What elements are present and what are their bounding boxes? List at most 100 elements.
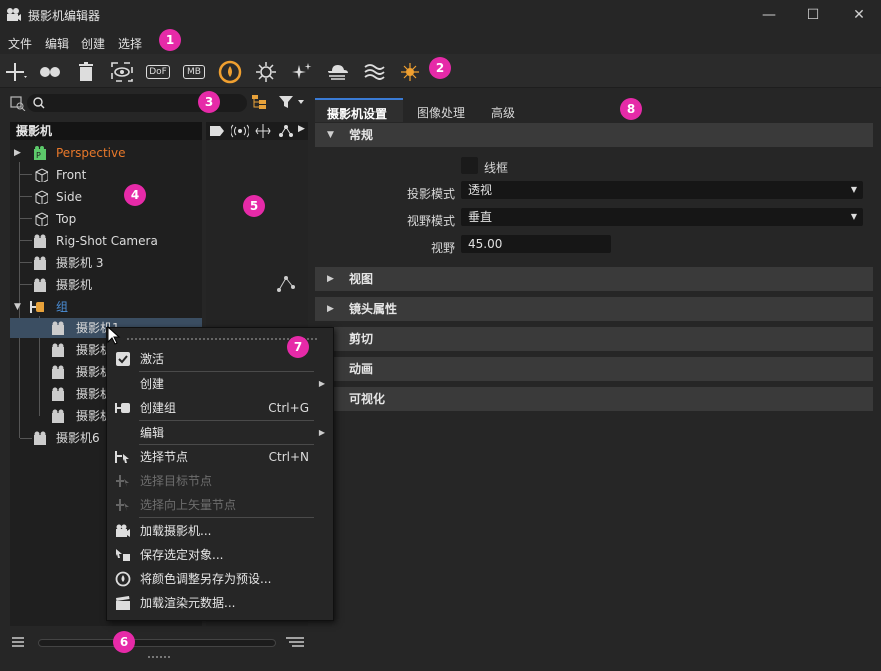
- fog-button[interactable]: [324, 58, 352, 86]
- menu-label: 选择节点: [140, 450, 189, 464]
- camera-icon: [52, 387, 64, 401]
- section-visualization[interactable]: 可视化: [315, 387, 873, 411]
- resize-grip[interactable]: [148, 656, 170, 659]
- projection-label: 投影模式: [406, 187, 455, 201]
- section-general[interactable]: ▼ 常规: [315, 123, 873, 147]
- menu-label: 保存选定对象...: [140, 548, 224, 562]
- callout-badge: 1: [159, 29, 181, 51]
- save-selection-icon: [116, 549, 130, 561]
- menu-label: 加载摄影机...: [140, 524, 212, 538]
- filter-scope-icon[interactable]: [10, 95, 26, 111]
- menu-select[interactable]: 选择: [118, 35, 142, 52]
- fov-label: 视野: [430, 241, 455, 255]
- wireframe-checkbox[interactable]: [461, 157, 478, 174]
- camera-icon: [34, 278, 46, 292]
- broadcast-icon[interactable]: [231, 124, 249, 138]
- menu-edit[interactable]: 编辑: [45, 35, 69, 52]
- minimize-button[interactable]: —: [746, 0, 792, 30]
- menu-item-load-render-meta[interactable]: 加载渲染元数据...: [107, 592, 333, 614]
- menu-file[interactable]: 文件: [8, 35, 32, 52]
- menu-item-load-camera[interactable]: 加载摄影机...: [107, 520, 333, 542]
- cloud-wind-icon: [328, 65, 348, 80]
- aperture-icon: [115, 571, 131, 587]
- menu-shortcut: Ctrl+G: [268, 401, 309, 415]
- aperture-icon: [218, 60, 242, 84]
- maximize-icon: ☐: [806, 7, 820, 23]
- cube-icon: [35, 190, 48, 204]
- collapsed-icon: ▶: [327, 304, 334, 314]
- tab-camera-settings[interactable]: 摄影机设置: [315, 98, 403, 122]
- tree-line: [20, 174, 32, 175]
- exposure-button[interactable]: [216, 58, 244, 86]
- camera-icon: [34, 431, 46, 445]
- section-lens[interactable]: ▶ 镜头属性: [315, 297, 873, 321]
- tab-image-processing[interactable]: 图像处理: [417, 104, 465, 121]
- menu-create[interactable]: 创建: [81, 35, 105, 52]
- menu-item-create[interactable]: 创建 ▶: [107, 373, 333, 395]
- projection-select[interactable]: 透视 ▼: [461, 181, 863, 199]
- select-target-icon: [116, 475, 129, 487]
- add-camera-button[interactable]: [2, 58, 30, 86]
- checkbox-checked-icon: [116, 352, 130, 366]
- menu-item-create-group[interactable]: 创建组 Ctrl+G: [107, 397, 333, 419]
- align-center-icon[interactable]: [255, 124, 271, 138]
- menu-label: 将颜色调整另存为预设...: [140, 572, 272, 586]
- tree-item-label: 摄影机 3: [56, 256, 104, 270]
- section-view[interactable]: ▶ 视图: [315, 267, 873, 291]
- eye-frame-icon: [111, 62, 133, 82]
- callout-badge: 6: [113, 631, 135, 653]
- close-button[interactable]: ✕: [836, 0, 881, 30]
- tree-line: [20, 196, 32, 197]
- sparkle-button[interactable]: [288, 58, 316, 86]
- bottom-bar: [8, 628, 308, 656]
- tree-line: [20, 240, 32, 241]
- menu-separator: [139, 444, 314, 445]
- delete-button[interactable]: [72, 58, 100, 86]
- motion-blur-button[interactable]: MB: [180, 58, 208, 86]
- menu-item-select-node[interactable]: 选择节点 Ctrl+N: [107, 446, 333, 468]
- filter-icon[interactable]: [278, 95, 306, 109]
- camera-icon: [52, 365, 64, 379]
- flare-icon: [401, 63, 419, 81]
- list-view-icon[interactable]: [11, 636, 25, 648]
- camera-app-icon: [7, 8, 21, 21]
- menu-item-select-upvector[interactable]: 选择向上矢量节点: [107, 494, 333, 516]
- hierarchy-icon[interactable]: [251, 94, 267, 110]
- section-animation[interactable]: 动画: [315, 357, 873, 381]
- camera-p-icon: P: [34, 146, 46, 160]
- menu-item-save-selected[interactable]: 保存选定对象...: [107, 544, 333, 566]
- select-value: 透视: [468, 183, 493, 197]
- context-menu: 激活 创建 ▶ 创建组 Ctrl+G 编辑 ▶ 选择节点 Ctrl+N 选择目标节点 选…: [106, 327, 334, 621]
- search-icon: [33, 97, 45, 109]
- haze-button[interactable]: [360, 58, 388, 86]
- callout-badge: 2: [429, 57, 451, 79]
- maximize-button[interactable]: ☐: [790, 0, 836, 30]
- camera-icon: [52, 321, 64, 335]
- tag-icon[interactable]: [209, 125, 225, 137]
- duplicate-button[interactable]: [36, 58, 64, 86]
- scroll-right-icon[interactable]: ▶: [298, 124, 305, 134]
- tab-advanced[interactable]: 高级: [491, 104, 515, 121]
- select-value: 垂直: [468, 210, 493, 224]
- clapperboard-icon: [116, 596, 130, 610]
- fov-input[interactable]: 45.00: [461, 235, 611, 253]
- node-path-icon[interactable]: [278, 124, 294, 138]
- light-button[interactable]: [252, 58, 280, 86]
- camera-icon: [52, 343, 64, 357]
- haze-icon: [364, 64, 385, 80]
- close-icon: ✕: [853, 7, 865, 23]
- zoom-slider[interactable]: [38, 639, 276, 647]
- indent-list-icon[interactable]: [285, 636, 305, 648]
- lens-flare-button[interactable]: [396, 58, 424, 86]
- fov-mode-select[interactable]: 垂直 ▼: [461, 208, 863, 226]
- section-label: 常规: [349, 128, 374, 142]
- sparkle-icon: [292, 63, 312, 79]
- view-button[interactable]: [108, 58, 136, 86]
- dof-button[interactable]: DoF: [144, 58, 172, 86]
- tree-item-label: Rig-Shot Camera: [56, 234, 158, 248]
- menu-item-edit[interactable]: 编辑 ▶: [107, 422, 333, 444]
- section-clip[interactable]: 剪切: [315, 327, 873, 351]
- submenu-arrow-icon: ▶: [318, 428, 325, 437]
- menu-item-save-color-preset[interactable]: 将颜色调整另存为预设...: [107, 568, 333, 590]
- menu-item-select-target[interactable]: 选择目标节点: [107, 470, 333, 492]
